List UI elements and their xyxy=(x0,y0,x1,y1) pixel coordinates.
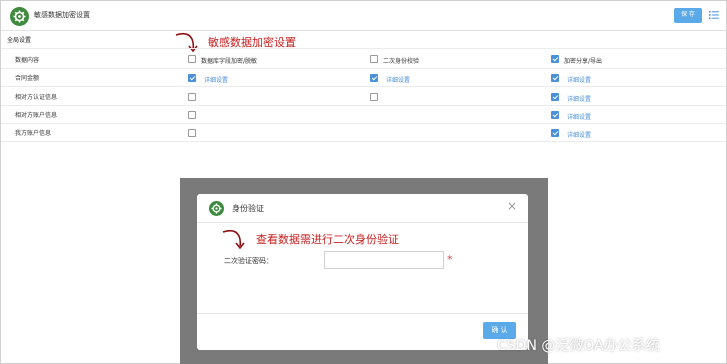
section-title: 全局设置 xyxy=(7,37,32,44)
checkbox-encrypted-share[interactable] xyxy=(551,129,559,137)
checkbox-encrypted-share[interactable] xyxy=(551,111,559,119)
checkbox-db-encrypt[interactable] xyxy=(188,93,196,101)
page-title: 敏感数据加密设置 xyxy=(34,11,90,19)
curved-arrow-icon xyxy=(222,229,245,250)
checkbox-db-encrypt[interactable] xyxy=(188,111,196,119)
curved-arrow-icon xyxy=(175,32,198,53)
row-divider xyxy=(1,141,726,142)
row-label: 合同金额 xyxy=(15,75,40,82)
detail-settings-link[interactable]: 详细设置 xyxy=(204,75,228,84)
checkbox-encrypted-share[interactable] xyxy=(551,93,559,101)
row-label: 相对方账户信息 xyxy=(15,112,58,119)
annotation-dialog: 查看数据需进行二次身份验证 xyxy=(256,233,399,246)
column-header-db-encrypt: 数据库字段加密/脱敏 xyxy=(201,58,258,65)
watermark: CSDN @泛微OA办公系统 xyxy=(497,338,660,354)
checkbox-encrypted-share[interactable] xyxy=(551,74,559,82)
detail-settings-link[interactable]: 详细设置 xyxy=(386,75,410,84)
row-divider xyxy=(1,68,726,69)
column-checkbox-second-auth[interactable] xyxy=(370,55,378,63)
dialog-header: 身份验证 × xyxy=(197,194,528,223)
app-window: 敏感数据加密设置 保 存 全局设置 敏感数据加密设置 数据内容 数据库字段加密/… xyxy=(0,0,727,364)
second-auth-password-field[interactable] xyxy=(324,251,444,269)
dialog-title: 身份验证 xyxy=(232,204,264,213)
column-header-second-auth: 二次身份校验 xyxy=(383,58,420,65)
column-checkbox-db-encrypt[interactable] xyxy=(188,55,196,63)
column-header-content: 数据内容 xyxy=(15,57,40,64)
row-divider xyxy=(1,105,726,106)
row-label: 相对方认证信息 xyxy=(15,94,58,101)
row-divider xyxy=(1,123,726,124)
row-label: 我方账户信息 xyxy=(15,130,52,137)
checkbox-second-auth[interactable] xyxy=(370,93,378,101)
password-label: 二次验证密码： xyxy=(224,257,273,265)
detail-settings-link[interactable]: 详细设置 xyxy=(567,94,591,103)
list-icon[interactable] xyxy=(709,10,719,20)
dialog-footer-divider xyxy=(197,313,528,314)
identity-verification-dialog: 身份验证 × 查看数据需进行二次身份验证 二次验证密码： * 确 认 xyxy=(197,194,528,350)
top-bar: 敏感数据加密设置 保 存 xyxy=(1,1,726,31)
close-icon[interactable]: × xyxy=(507,200,517,212)
checkbox-db-encrypt[interactable] xyxy=(188,74,196,82)
row-divider xyxy=(1,48,726,49)
required-mark: * xyxy=(447,253,453,266)
save-button[interactable]: 保 存 xyxy=(674,8,702,23)
detail-settings-link[interactable]: 详细设置 xyxy=(567,75,591,84)
checkbox-second-auth[interactable] xyxy=(370,74,378,82)
detail-settings-link[interactable]: 详细设置 xyxy=(567,130,591,139)
gear-icon xyxy=(10,7,29,26)
row-divider xyxy=(1,86,726,87)
column-header-encrypted-share: 加密分享/导出 xyxy=(564,58,603,65)
gear-icon xyxy=(209,201,224,216)
detail-settings-link[interactable]: 详细设置 xyxy=(567,112,591,121)
column-checkbox-encrypted-share[interactable] xyxy=(551,55,559,63)
checkbox-db-encrypt[interactable] xyxy=(188,129,196,137)
